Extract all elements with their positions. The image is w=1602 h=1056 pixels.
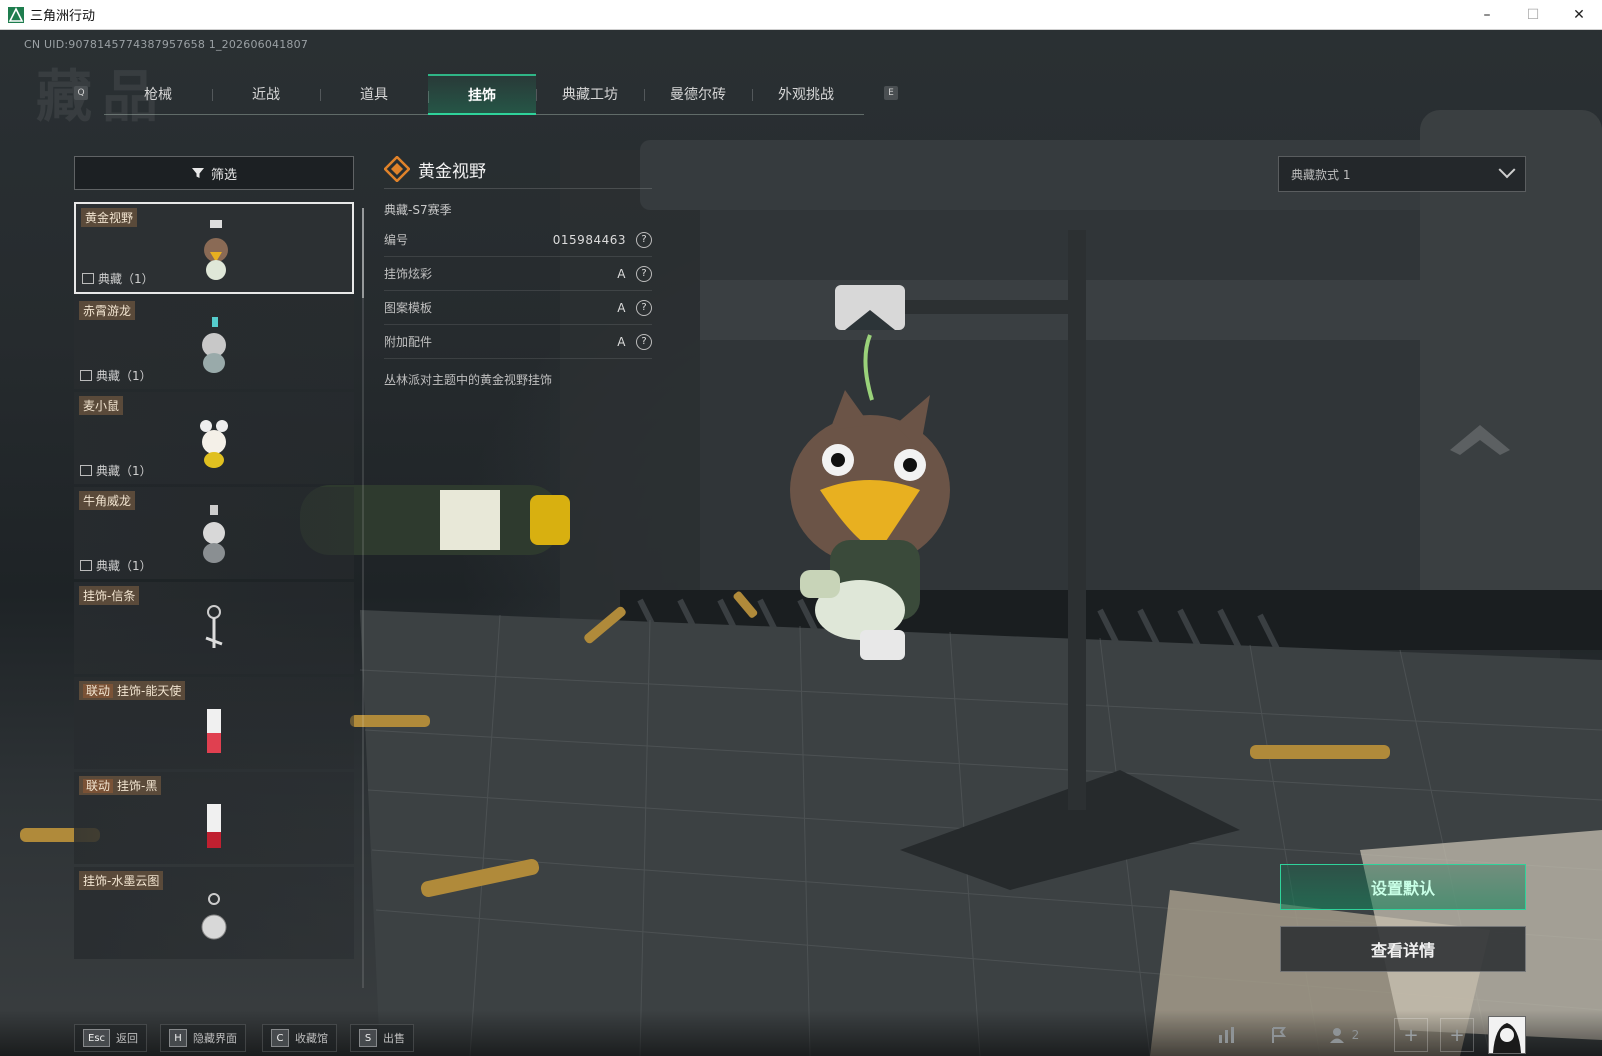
charm-thumbnail-icon [200,420,228,468]
avatar[interactable] [1488,1016,1526,1054]
hint-hide-ui[interactable]: H 隐藏界面 [160,1024,246,1052]
help-icon[interactable]: ? [636,265,652,282]
list-item[interactable]: 麦小鼠 典藏（1） [74,392,354,484]
item-name: 联动 挂饰-能天使 [79,681,186,700]
scrollbar-thumb[interactable] [362,208,364,298]
detail-row-charm-color: 挂饰炫彩 A ? [384,257,652,291]
tab-melee[interactable]: 近战 [212,74,320,114]
detail-season: 典藏-S7赛季 [384,203,452,217]
tab-firearms[interactable]: 枪械 [104,74,212,114]
item-name: 赤霄游龙 [79,301,136,320]
collab-badge: 联动 [83,779,114,793]
image-icon [82,273,94,284]
item-name: 挂饰-水墨云图 [79,871,164,890]
user-uid: CN UID:9078145774387957658 1_20260604180… [24,38,309,51]
tab-appearance-challenge[interactable]: 外观挑战 [752,74,860,114]
detail-row-accessory: 附加配件 A ? [384,325,652,359]
detail-title: 黄金视野 [418,161,486,182]
tab-prev-key-hint[interactable]: Q [74,86,88,100]
list-item[interactable]: 牛角威龙 典藏（1） [74,487,354,579]
window-titlebar: 三角洲行动 – ☐ ✕ [0,0,1602,30]
detail-description: 丛林派对主题中的黄金视野挂饰 [384,373,553,387]
rarity-diamond-icon [384,156,410,182]
app-logo-icon [8,6,24,23]
charm-thumbnail-icon [207,804,221,848]
list-item[interactable]: 联动 挂饰-能天使 [74,677,354,769]
list-scrollbar[interactable] [362,208,364,988]
list-item[interactable]: 挂饰-信条 [74,582,354,674]
tab-next-key-hint[interactable]: E [884,86,898,100]
item-name: 联动 挂饰-黑 [79,776,162,795]
collection-style-select[interactable]: 典藏款式 1 [1278,156,1526,192]
image-icon [80,465,92,476]
image-icon [80,370,92,381]
minimize-button[interactable]: – [1464,0,1510,30]
game-viewport: CN UID:9078145774387957658 1_20260604180… [0,30,1602,1056]
item-name: 黄金视野 [81,208,138,227]
view-details-button[interactable]: 查看详情 [1280,926,1526,972]
set-default-button[interactable]: 设置默认 [1280,864,1526,910]
list-item[interactable]: 联动 挂饰-黑 [74,772,354,864]
stats-chart-icon[interactable] [1210,1020,1244,1050]
filter-icon [191,168,204,178]
maximize-button[interactable]: ☐ [1510,0,1556,30]
item-name: 麦小鼠 [79,396,124,415]
friends-icon [1329,1028,1344,1043]
filter-button[interactable]: 筛选 [74,156,354,190]
flag-icon[interactable] [1262,1020,1296,1050]
hint-sell[interactable]: S 出售 [350,1024,414,1052]
detail-header: 黄金视野 [384,150,652,189]
item-name: 挂饰-信条 [79,586,140,605]
filter-label: 筛选 [210,167,237,183]
category-tabs: 枪械 近战 道具 挂饰 典藏工坊 曼德尔砖 外观挑战 [104,74,864,115]
help-icon[interactable]: ? [636,299,652,316]
help-icon[interactable]: ? [636,231,652,248]
list-item[interactable]: 赤霄游龙 典藏（1） [74,297,354,389]
detail-row-pattern-template: 图案模板 A ? [384,291,652,325]
item-tag: 典藏（1） [80,367,152,384]
chevron-down-icon [1498,161,1516,179]
help-icon[interactable]: ? [636,333,652,350]
item-tag: 典藏（1） [80,462,152,479]
hint-back[interactable]: Esc 返回 [74,1024,148,1052]
style-select-value: 典藏款式 1 [1291,167,1351,182]
add-slot-button[interactable]: + [1440,1018,1474,1052]
charm-thumbnail-icon [201,893,227,940]
charm-detail-panel: 黄金视野 典藏-S7赛季 编号 015984463 ? 挂饰炫彩 A ? 图案模… [384,150,652,388]
add-slot-button[interactable]: + [1394,1018,1428,1052]
charm-list: 黄金视野 典藏（1） 赤霄游龙 典藏（1） 麦小鼠 典藏（1） 牛角威龙 典藏（… [74,202,354,962]
key-h: H [169,1029,187,1047]
window-title: 三角洲行动 [30,9,96,24]
friends-button[interactable]: 2 [1322,1020,1366,1050]
collab-badge: 联动 [83,684,114,698]
item-name: 牛角威龙 [79,491,136,510]
tab-charms[interactable]: 挂饰 [428,74,536,115]
tab-mandel-brick[interactable]: 曼德尔砖 [644,74,752,114]
item-tag: 典藏（1） [82,270,154,287]
list-item[interactable]: 挂饰-水墨云图 [74,867,354,959]
charm-thumbnail-icon [205,605,223,648]
friends-count: 2 [1351,1028,1360,1042]
key-s: S [359,1029,377,1047]
charm-thumbnail-icon [207,709,221,753]
list-item[interactable]: 黄金视野 典藏（1） [74,202,354,294]
charm-thumbnail-icon [202,317,226,373]
key-esc: Esc [83,1029,111,1047]
tab-items[interactable]: 道具 [320,74,428,114]
tab-collection-workshop[interactable]: 典藏工坊 [536,74,644,114]
close-button[interactable]: ✕ [1556,0,1602,30]
image-icon [80,560,92,571]
key-c: C [271,1029,289,1047]
item-tag: 典藏（1） [80,557,152,574]
hint-collection-hall[interactable]: C 收藏馆 [262,1024,337,1052]
detail-row-serial: 编号 015984463 ? [384,223,652,257]
charm-thumbnail-icon [203,505,225,563]
charm-thumbnail-icon [204,220,228,280]
